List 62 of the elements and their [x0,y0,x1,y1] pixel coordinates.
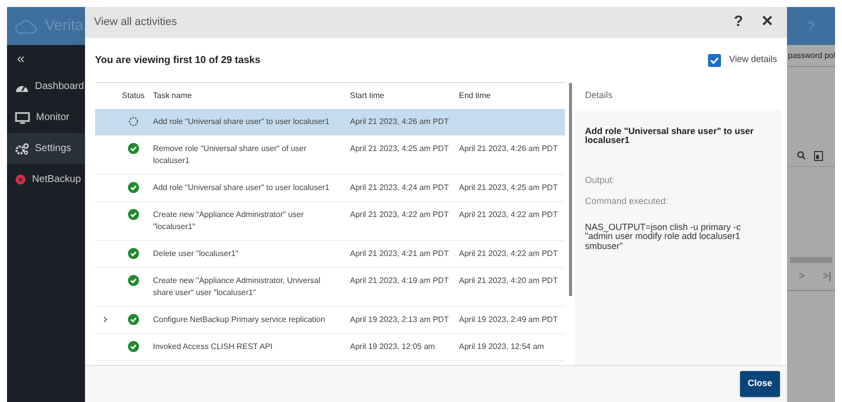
table-cell-text: April 19 2023, 12:54 am [459,341,545,353]
table-cell-text: April 21 2023, 4:26 am PDT [350,116,450,128]
nav-item[interactable]: NetBackup [7,164,85,195]
table-cell-text: Remove role "Universal share user" of user localuser1 [152,143,308,167]
table-cell-text: Add role "Universal share user" to user localuser1 [152,182,330,194]
success-icon [128,143,139,154]
table-cell-text: April 21 2023, 4:21 am PDT [350,248,450,260]
table-cell-text: April 21 2023, 4:25 am PDT [459,182,559,194]
dialog-title: View all activities [94,15,177,30]
success-icon [128,209,139,220]
table-cell-text: April 21 2023, 4:26 am PDT [459,143,559,155]
close-button[interactable]: ✕ [761,11,774,34]
table-cell-text: Create new "Appliance Administrator" user "localuser1" [152,209,305,233]
table-cell-text: Configure NetBackup Primary service replication [152,314,326,326]
table-cell-text: April 21 2023, 4:25 am PDT [350,143,450,155]
task-row[interactable]: Add role "Universal share user" to user localuser1 April 21 2023, 4:26 am PDT [95,109,565,136]
checkmark-icon [710,56,720,64]
collapse-button[interactable]: « [7,45,85,71]
table-cell-text: April 21 2023, 4:20 am PDT [459,275,559,287]
table-cell-text: April 19 2023, 2:13 am PDT [350,314,450,326]
table-cell-text: April 21 2023, 4:22 am PDT [350,209,450,221]
spinner-icon [128,116,139,127]
view-details-checkbox[interactable] [708,54,722,66]
success-icon [128,275,139,286]
command-text: NAS_OUTPUT=json clish -u primary -c "admin user modify role add localuser1 smbuser" [585,222,742,252]
expand-icon[interactable] [103,316,108,323]
column-header: End time [459,90,492,102]
column-header: Task name [152,90,193,102]
scrollbar[interactable] [568,83,572,296]
help-button[interactable]: ? [734,11,743,34]
nav-item[interactable]: Dashboard [7,71,85,102]
nav-item[interactable]: Monitor [7,102,85,133]
table-cell-text: April 21 2023, 4:24 am PDT [350,182,450,194]
table-cell-text: Invoked Access CLISH REST API [152,341,274,353]
table-cell-text: Create new "Appliance Administrator, Universal share user" user "localuser1" [152,275,322,299]
scrollbar[interactable] [790,257,832,263]
summary-text: You are viewing first 10 of 29 tasks [95,54,260,68]
cloud-icon [15,18,37,34]
output-label: Output: [585,174,616,187]
table-cell-text: April 19 2023, 2:49 am PDT [459,314,559,326]
table-cell-text: April 21 2023, 4:19 am PDT [350,275,450,287]
table-cell-text: Delete user "localuser1" [152,248,240,260]
nav-item[interactable]: Settings [7,133,85,164]
table-cell-text: April 21 2023, 4:22 am PDT [459,209,559,221]
column-header: Start time [350,90,386,102]
table-cell-text: Add role "Universal share user" to user localuser1 [152,116,330,128]
table-cell-text: April 21 2023, 4:22 am PDT [459,248,559,260]
close-button[interactable]: Close [740,371,780,397]
success-icon [128,314,139,325]
table-cell-text: April 19 2023, 12:05 am [350,341,436,353]
details-heading: Details [585,89,613,102]
view-details-label: View details [729,53,777,66]
details-task-name: Add role "Universal share user" to user localuser1 [585,127,755,146]
monitor-icon [15,112,30,124]
command-label: Command executed: [585,195,670,208]
success-icon [128,341,139,352]
search-icon[interactable] [797,151,806,160]
success-icon [128,182,139,193]
success-icon [128,248,139,259]
gears-icon [15,142,29,154]
tab[interactable]: password pol [787,50,836,62]
column-header: Status [121,90,146,102]
